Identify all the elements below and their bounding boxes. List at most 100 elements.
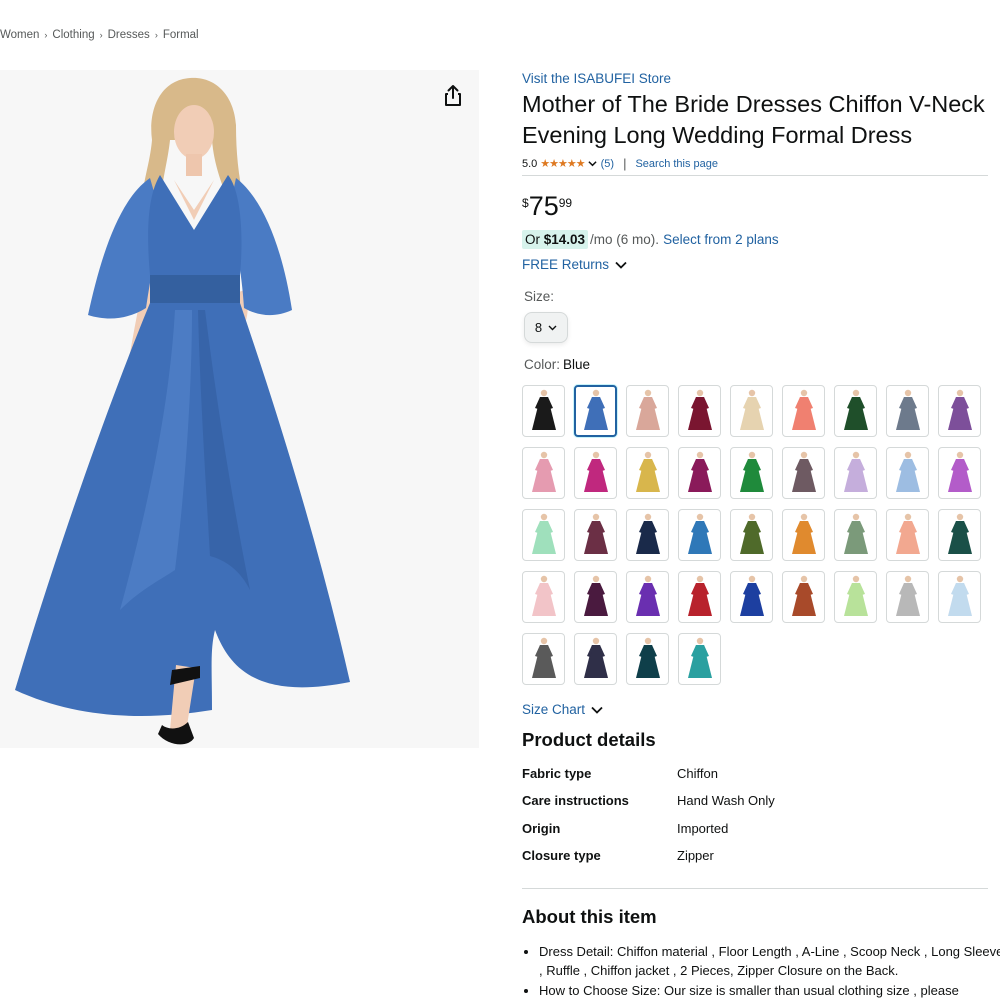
list-item: Dress Detail: Chiffon material , Floor L…: [539, 942, 1000, 980]
select-plans-link[interactable]: Select from 2 plans: [663, 232, 779, 247]
swatch-thumbnail: [687, 389, 712, 430]
color-swatch[interactable]: [886, 509, 929, 561]
color-swatch[interactable]: [834, 571, 877, 623]
color-swatch[interactable]: [886, 571, 929, 623]
breadcrumb-separator: ›: [99, 30, 103, 40]
color-swatch[interactable]: [678, 385, 721, 437]
swatch-thumbnail: [531, 637, 556, 678]
color-swatch[interactable]: [522, 571, 565, 623]
color-swatch[interactable]: [678, 571, 721, 623]
store-link[interactable]: Visit the ISABUFEI Store: [522, 71, 671, 86]
share-icon[interactable]: [440, 83, 466, 109]
color-swatch[interactable]: [574, 447, 617, 499]
swatch-thumbnail: [791, 451, 816, 492]
star-icon[interactable]: ★★★★★: [540, 157, 585, 170]
color-swatch[interactable]: [730, 509, 773, 561]
swatch-thumbnail: [583, 575, 608, 616]
color-swatch[interactable]: [938, 447, 981, 499]
color-swatch[interactable]: [730, 447, 773, 499]
color-swatch[interactable]: [574, 571, 617, 623]
color-swatch[interactable]: [678, 633, 721, 685]
color-swatch[interactable]: [626, 509, 669, 561]
search-page-link[interactable]: Search this page: [635, 158, 718, 170]
color-swatch[interactable]: [626, 385, 669, 437]
color-swatch[interactable]: [626, 571, 669, 623]
breadcrumb-clothing[interactable]: Clothing: [52, 29, 94, 41]
swatch-thumbnail: [687, 575, 712, 616]
installment-prefix: Or: [525, 232, 544, 247]
color-swatch[interactable]: [626, 633, 669, 685]
color-label-text: Color:: [524, 357, 561, 372]
breadcrumb: Women › Clothing › Dresses › Formal: [0, 29, 199, 41]
chevron-down-icon[interactable]: [591, 706, 603, 714]
swatch-thumbnail: [531, 389, 556, 430]
color-swatch[interactable]: [574, 633, 617, 685]
color-swatch[interactable]: [834, 385, 877, 437]
swatch-thumbnail: [635, 637, 660, 678]
color-swatch[interactable]: [678, 447, 721, 499]
color-swatch[interactable]: [938, 385, 981, 437]
color-swatch[interactable]: [574, 385, 617, 437]
chevron-down-icon[interactable]: [588, 159, 597, 168]
divider: [522, 175, 988, 176]
chevron-down-icon[interactable]: [615, 261, 627, 269]
color-swatch[interactable]: [626, 447, 669, 499]
swatch-thumbnail: [791, 513, 816, 554]
price-whole: 75: [528, 191, 559, 221]
color-swatch[interactable]: [574, 509, 617, 561]
swatch-thumbnail: [791, 389, 816, 430]
color-swatch[interactable]: [522, 633, 565, 685]
free-returns-link[interactable]: FREE Returns: [522, 257, 609, 272]
color-swatch[interactable]: [730, 571, 773, 623]
swatch-thumbnail: [635, 451, 660, 492]
product-image[interactable]: [0, 70, 479, 748]
detail-value: Hand Wash Only: [677, 793, 775, 808]
product-details-heading: Product details: [522, 729, 656, 750]
swatch-thumbnail: [739, 451, 764, 492]
swatch-thumbnail: [947, 575, 972, 616]
size-dropdown[interactable]: 8: [524, 312, 568, 343]
about-list: Dress Detail: Chiffon material , Floor L…: [522, 942, 1000, 1001]
price-symbol: $: [522, 196, 529, 210]
detail-key: Closure type: [522, 848, 601, 863]
swatch-thumbnail: [687, 513, 712, 554]
swatch-thumbnail: [895, 575, 920, 616]
color-swatch[interactable]: [938, 509, 981, 561]
free-returns[interactable]: FREE Returns: [522, 257, 627, 272]
color-swatch[interactable]: [782, 385, 825, 437]
breadcrumb-women[interactable]: Women: [0, 29, 39, 41]
swatch-thumbnail: [739, 389, 764, 430]
size-label: Size:: [524, 289, 555, 304]
size-chart-link[interactable]: Size Chart: [522, 702, 585, 717]
color-value: Blue: [563, 357, 591, 372]
swatch-thumbnail: [583, 389, 608, 430]
swatch-thumbnail: [843, 389, 868, 430]
price: $ 75 99: [522, 193, 572, 220]
color-swatch[interactable]: [834, 447, 877, 499]
installment-suffix: /mo (6 mo).: [590, 232, 660, 247]
breadcrumb-dresses[interactable]: Dresses: [108, 29, 150, 41]
color-swatch[interactable]: [522, 385, 565, 437]
swatch-thumbnail: [947, 513, 972, 554]
divider-pipe: |: [623, 156, 627, 171]
color-swatch[interactable]: [782, 447, 825, 499]
about-heading: About this item: [522, 906, 657, 927]
color-swatch[interactable]: [886, 447, 929, 499]
swatch-thumbnail: [843, 513, 868, 554]
swatch-thumbnail: [739, 513, 764, 554]
size-chart[interactable]: Size Chart: [522, 702, 603, 717]
color-swatch[interactable]: [678, 509, 721, 561]
swatch-thumbnail: [947, 389, 972, 430]
color-swatch[interactable]: [834, 509, 877, 561]
color-swatches: [522, 385, 992, 685]
color-swatch[interactable]: [730, 385, 773, 437]
rating-count-link[interactable]: (5): [601, 158, 614, 170]
color-swatch[interactable]: [522, 447, 565, 499]
color-swatch[interactable]: [522, 509, 565, 561]
color-swatch[interactable]: [782, 509, 825, 561]
color-swatch[interactable]: [782, 571, 825, 623]
breadcrumb-formal[interactable]: Formal: [163, 29, 199, 41]
color-swatch[interactable]: [938, 571, 981, 623]
color-swatch[interactable]: [886, 385, 929, 437]
product-title: Mother of The Bride Dresses Chiffon V-Ne…: [522, 91, 985, 148]
